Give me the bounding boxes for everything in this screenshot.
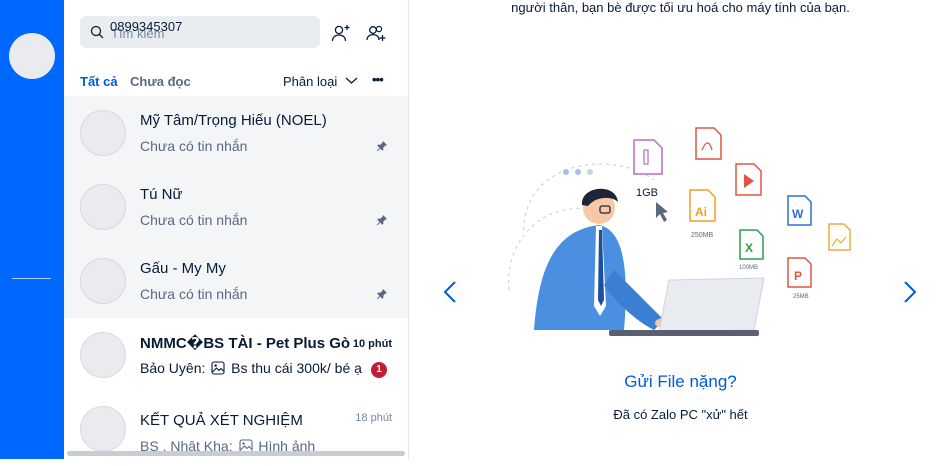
conversation-item[interactable]: Mỹ Tâm/Trọng Hiếu (NOEL) Chưa có tin nhắ…: [64, 96, 408, 170]
conversation-preview: Chưa có tin nhắn: [140, 286, 248, 302]
ai-file-label: Ai: [695, 205, 707, 219]
preview-text: Bs thu cái 300k/ bé ạ: [231, 360, 362, 376]
excel-file-label: X: [745, 241, 753, 255]
image-icon: [211, 361, 225, 375]
conversation-name: Mỹ Tâm/Trọng Hiếu (NOEL): [140, 112, 327, 129]
send-large-file-illustration: 1GB Ai 250MB W X 100MB P 25MB: [508, 127, 851, 336]
conversation-item[interactable]: Gấu - My My Chưa có tin nhắn: [64, 244, 408, 318]
conversation-panel: Tìm kiếm 0899345307 Tất cả Chưa đọc Phân…: [64, 0, 409, 459]
pin-icon: [376, 141, 387, 152]
create-group-icon[interactable]: [365, 22, 387, 44]
conversation-filters: Tất cả Chưa đọc Phân loại •••: [64, 64, 408, 97]
size-1gb-label: 1GB: [636, 187, 658, 199]
avatar: [80, 406, 126, 452]
chevron-down-icon[interactable]: [345, 76, 358, 85]
carousel-prev-arrow-icon[interactable]: [443, 280, 457, 304]
avatar: [80, 258, 126, 304]
carousel-next-arrow-icon[interactable]: [903, 280, 917, 304]
unread-badge: 1: [371, 362, 387, 378]
search-box[interactable]: Tìm kiếm 0899345307: [80, 16, 320, 48]
slide-title: Gửi File nặng?: [624, 372, 737, 391]
avatar: [80, 184, 126, 230]
more-options-button[interactable]: •••: [372, 72, 384, 87]
conversation-preview: Bảo Uyên: Bs thu cái 300k/ bé ạ: [140, 360, 362, 376]
conversation-preview: Chưa có tin nhắn: [140, 138, 248, 154]
tab-all[interactable]: Tất cả: [80, 74, 118, 89]
word-file-label: W: [792, 207, 804, 221]
avatar: [80, 110, 126, 156]
pin-icon: [376, 215, 387, 226]
add-friend-icon[interactable]: [330, 22, 352, 44]
user-avatar[interactable]: [9, 33, 55, 79]
conversation-name: KẾT QUẢ XÉT NGHIỆM: [140, 412, 303, 429]
search-input[interactable]: 0899345307: [110, 19, 182, 34]
conversation-time: 18 phút: [355, 412, 392, 424]
conversation-preview: Chưa có tin nhắn: [140, 212, 248, 228]
tab-unread[interactable]: Chưa đọc: [130, 74, 191, 89]
slide-subtitle: Đã có Zalo PC "xử" hết: [613, 407, 748, 422]
left-nav-rail: [0, 0, 64, 459]
size-250mb-label: 250MB: [691, 232, 714, 239]
conversation-name: NMMC�BS TÀI - Pet Plus Gò: [140, 335, 351, 352]
conversation-name: Tú Nữ: [140, 186, 183, 203]
carousel-prev-text: người thân, bạn bè được tối ưu hoá cho m…: [511, 0, 850, 15]
search-icon: [90, 25, 104, 39]
conversation-time: 10 phút: [352, 338, 392, 350]
rail-divider: [12, 278, 51, 279]
conversation-item[interactable]: Tú Nữ Chưa có tin nhắn: [64, 170, 408, 244]
preview-sender: Bảo Uyên:: [140, 360, 206, 376]
horizontal-scrollbar[interactable]: [67, 451, 405, 456]
classify-dropdown[interactable]: Phân loại: [283, 74, 337, 89]
size-100mb-label: 100MB: [739, 265, 758, 271]
pin-icon: [376, 289, 387, 300]
ppt-file-label: P: [794, 269, 802, 283]
size-25mb-label: 25MB: [793, 294, 809, 300]
avatar: [80, 332, 126, 378]
conversation-item[interactable]: NMMC�BS TÀI - Pet Plus Gò 10 phút Bảo Uy…: [64, 318, 408, 392]
welcome-carousel: người thân, bạn bè được tối ưu hoá cho m…: [409, 0, 952, 459]
conversation-name: Gấu - My My: [140, 260, 226, 277]
